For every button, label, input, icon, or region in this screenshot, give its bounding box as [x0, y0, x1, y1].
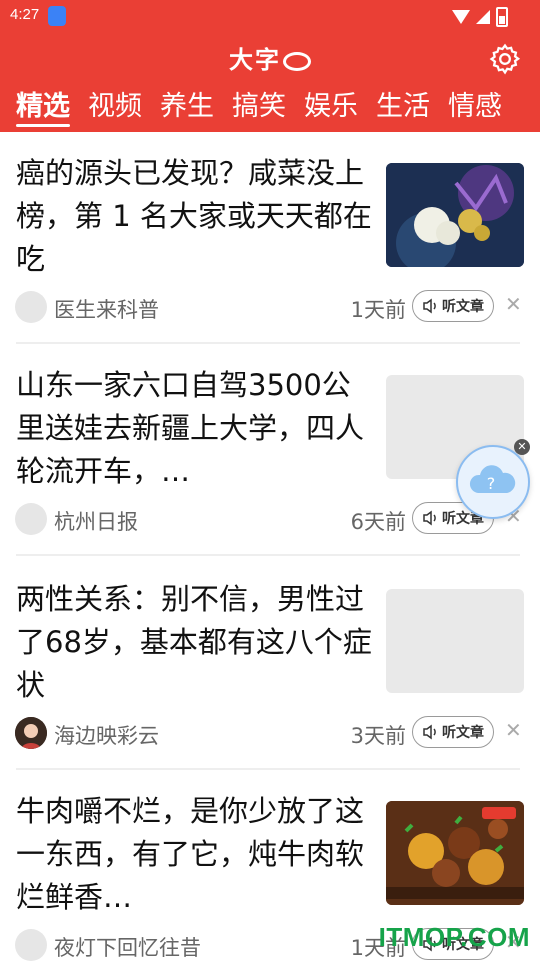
author-avatar[interactable]	[15, 291, 47, 323]
app-logo-text: 大字	[229, 45, 281, 74]
floating-help-button[interactable]: ?	[456, 445, 530, 519]
speaker-icon	[423, 298, 436, 314]
tab-selected[interactable]: 精选	[16, 84, 70, 132]
close-floating-button-icon[interactable]: ✕	[514, 439, 530, 455]
settings-gear-icon[interactable]	[488, 42, 522, 76]
author-name[interactable]: 医生来科普	[54, 294, 159, 324]
notification-icon	[48, 6, 66, 26]
app-logo: 大字	[0, 40, 540, 75]
news-title[interactable]: 癌的源头已发现？咸菜没上榜，第 1 名大家或天天都在吃	[16, 152, 372, 281]
publish-time: 3天前	[350, 724, 406, 748]
news-meta: 医生来科普 1天前 听文章 ✕	[0, 288, 540, 328]
author-avatar[interactable]	[15, 717, 47, 749]
speaker-icon	[423, 510, 436, 526]
svg-text:?: ?	[487, 474, 496, 493]
status-time: 4:27	[10, 6, 40, 23]
tab-life[interactable]: 生活	[376, 84, 430, 132]
news-title[interactable]: 牛肉嚼不烂，是你少放了这一东西，有了它，炖牛肉软烂鲜香…	[16, 790, 372, 919]
news-title[interactable]: 山东一家六口自驾3500公里送娃去新疆上大学，四人轮流开车，…	[16, 364, 372, 493]
tab-emotion[interactable]: 情感	[448, 84, 502, 132]
divider	[16, 554, 520, 556]
listen-label: 听文章	[442, 725, 484, 741]
publish-time: 6天前	[350, 510, 406, 534]
tab-funny[interactable]: 搞笑	[232, 84, 286, 132]
author-photo	[15, 717, 47, 749]
question-cloud-icon: ?	[469, 465, 516, 493]
category-tabs: 精选 视频 养生 搞笑 娱乐 生活 情感	[0, 84, 540, 132]
news-title[interactable]: 两性关系：别不信，男性过了68岁，基本都有这八个症状	[16, 578, 372, 707]
dismiss-icon[interactable]: ✕	[505, 292, 522, 316]
news-thumbnail[interactable]	[386, 589, 524, 693]
divider	[16, 342, 520, 344]
news-item[interactable]: 两性关系：别不信，男性过了68岁，基本都有这八个症状 海边映彩云 3天前 听文章…	[0, 576, 540, 770]
publish-time: 1天前	[350, 298, 406, 322]
news-item[interactable]: 癌的源头已发现？咸菜没上榜，第 1 名大家或天天都在吃 医生来科普 1天前 听文…	[0, 150, 540, 344]
tab-video[interactable]: 视频	[88, 84, 142, 132]
logo-eye-icon	[283, 52, 311, 71]
author-name[interactable]: 夜灯下回忆往昔	[54, 932, 201, 962]
news-thumbnail[interactable]	[386, 163, 524, 267]
author-name[interactable]: 杭州日报	[54, 506, 138, 536]
wifi-icon	[452, 10, 470, 24]
virus-illustration-image	[386, 163, 524, 267]
signal-icon	[476, 10, 490, 24]
battery-icon	[496, 7, 508, 27]
author-avatar[interactable]	[15, 929, 47, 961]
listen-label: 听文章	[442, 299, 484, 315]
system-icons	[452, 7, 508, 27]
watermark-text: ITMOP.COM	[378, 922, 530, 952]
divider	[16, 768, 520, 770]
tab-entertainment[interactable]: 娱乐	[304, 84, 358, 132]
tab-health[interactable]: 养生	[160, 84, 214, 132]
beef-stew-image	[386, 801, 524, 905]
author-name[interactable]: 海边映彩云	[54, 720, 159, 750]
news-meta: 海边映彩云 3天前 听文章 ✕	[0, 714, 540, 754]
news-thumbnail[interactable]	[386, 801, 524, 905]
listen-article-button[interactable]: 听文章	[412, 290, 494, 322]
dismiss-icon[interactable]: ✕	[505, 718, 522, 742]
listen-article-button[interactable]: 听文章	[412, 716, 494, 748]
app-header: 4:27 大字 精选 视频 养生 搞笑 娱乐 生活 情感	[0, 0, 540, 132]
status-bar: 4:27	[0, 0, 540, 32]
speaker-icon	[423, 724, 436, 740]
author-avatar[interactable]	[15, 503, 47, 535]
